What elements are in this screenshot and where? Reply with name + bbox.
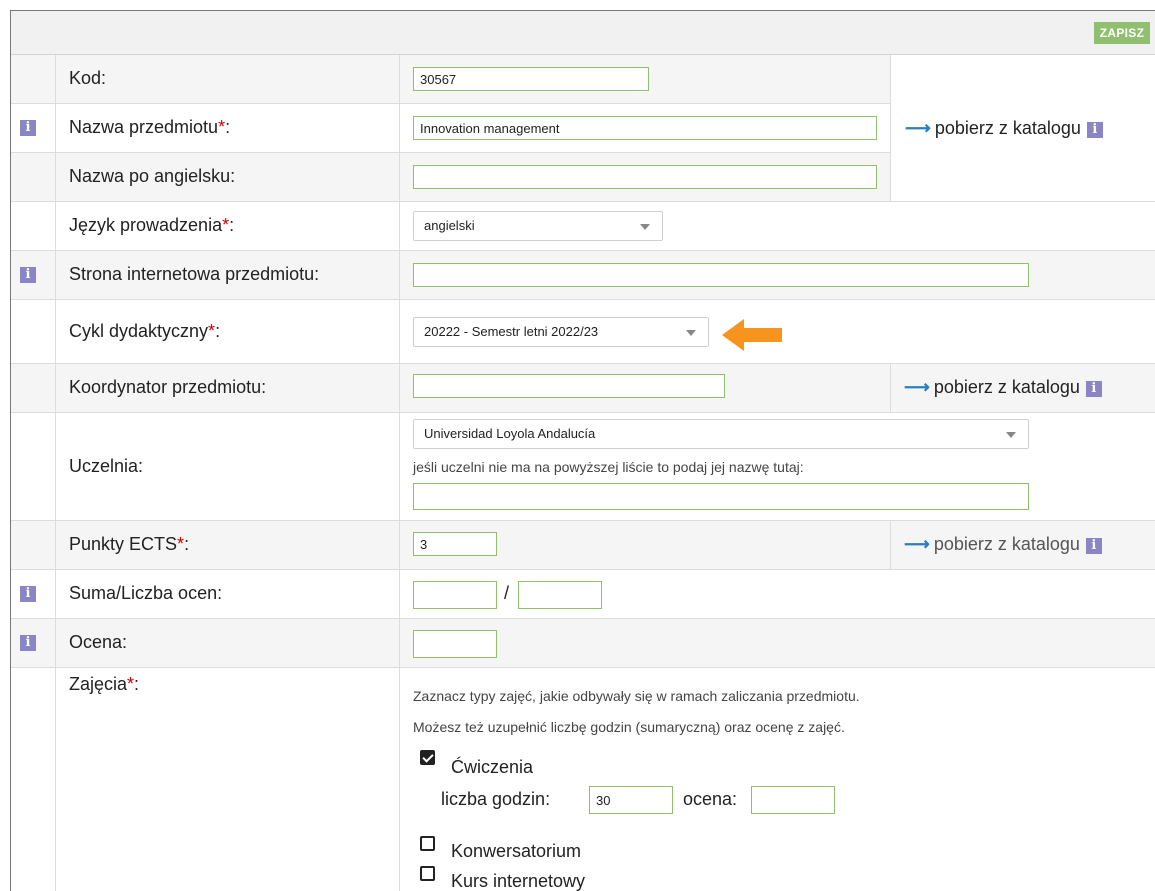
info-icon[interactable]: i	[1086, 122, 1103, 138]
kurs-internetowy-checkbox[interactable]	[420, 866, 435, 881]
ocena-label: Ocena:	[69, 632, 128, 652]
cykl-selected: 20222 - Semestr letni 2022/23	[424, 324, 599, 339]
nazwa-ang-label: Nazwa po angielsku:	[69, 166, 236, 186]
catalog-cell-nazwa: ⟶ pobierz z katalogu i	[890, 55, 1155, 201]
label-cell: Nazwa po angielsku:	[55, 153, 400, 201]
chevron-down-icon	[640, 224, 650, 230]
info-icon[interactable]: i	[1085, 381, 1102, 397]
row-jezyk: Język prowadzenia*: angielski	[11, 202, 1155, 251]
row-koordynator: Koordynator przedmiotu: ⟶ pobierz z katal…	[11, 364, 1155, 413]
catalog-link-nazwa[interactable]: ⟶ pobierz z katalogu i	[905, 118, 1103, 139]
label-cell: Strona internetowa przedmiotu:	[55, 251, 400, 299]
label-cell: Punkty ECTS*:	[55, 521, 400, 569]
zajecia-hint-2: Możesz też uzupełnić liczbę godzin (suma…	[413, 719, 845, 735]
konwersatorium-label: Konwersatorium	[451, 841, 582, 861]
info-icon[interactable]: i	[20, 120, 36, 136]
cykl-label: Cykl dydaktyczny*:	[69, 321, 221, 341]
highlight-arrow-icon	[722, 319, 782, 351]
icon-cell	[11, 668, 56, 891]
jezyk-selected: angielski	[424, 218, 475, 233]
nazwa-ang-input[interactable]	[413, 165, 877, 189]
suma-input[interactable]	[413, 581, 497, 609]
chevron-down-icon	[1006, 432, 1016, 438]
arrow-right-icon: ⟶	[904, 377, 930, 397]
row-suma: i Suma/Liczba ocen: /	[11, 570, 1155, 619]
info-icon[interactable]: i	[20, 586, 36, 602]
catalog-link-ects[interactable]: ⟶ pobierz z katalogu i	[904, 534, 1102, 555]
kod-input[interactable]	[413, 67, 649, 91]
icon-cell: i	[11, 251, 56, 299]
info-icon[interactable]: i	[1085, 538, 1102, 554]
kurs-internetowy-label: Kurs internetowy	[451, 871, 586, 891]
icon-cell	[11, 521, 56, 569]
grade-label: ocena:	[683, 789, 738, 809]
nazwa-przedmiotu-input[interactable]	[413, 116, 877, 140]
icon-cell	[11, 413, 56, 520]
uczelnia-name-input[interactable]	[413, 483, 1029, 510]
jezyk-label: Język prowadzenia*:	[69, 215, 235, 235]
ects-input[interactable]	[413, 532, 497, 556]
icon-cell	[11, 153, 56, 201]
icon-cell	[11, 364, 56, 412]
save-button[interactable]: ZAPISZ	[1094, 22, 1150, 44]
form-toolbar: ZAPISZ	[11, 11, 1155, 55]
icon-cell: i	[11, 104, 56, 152]
row-cykl: Cykl dydaktyczny*: 20222 - Semestr letni…	[11, 300, 1155, 364]
label-cell: Suma/Liczba ocen:	[55, 570, 400, 618]
koordynator-label: Koordynator przedmiotu:	[69, 377, 267, 397]
liczba-ocen-input[interactable]	[518, 581, 602, 609]
separator-slash: /	[504, 583, 510, 603]
arrow-right-icon: ⟶	[905, 118, 931, 138]
strona-label: Strona internetowa przedmiotu:	[69, 264, 320, 284]
label-cell: Ocena:	[55, 619, 400, 667]
icon-cell	[11, 300, 56, 363]
cwiczenia-hours-input[interactable]	[589, 786, 673, 814]
strona-input[interactable]	[413, 263, 1029, 287]
label-cell: Język prowadzenia*:	[55, 202, 400, 250]
icon-cell: i	[11, 570, 56, 618]
uczelnia-hint: jeśli uczelni nie ma na powyższej liście…	[413, 459, 804, 475]
nazwa-label: Nazwa przedmiotu*:	[69, 117, 231, 137]
cykl-select[interactable]: 20222 - Semestr letni 2022/23	[413, 317, 709, 347]
info-icon[interactable]: i	[20, 267, 36, 283]
icon-cell	[11, 55, 56, 103]
row-uczelnia: Uczelnia: Universidad Loyola Andalucía j…	[11, 413, 1155, 521]
zajecia-label: Zajęcia*:	[69, 674, 140, 694]
row-strona: i Strona internetowa przedmiotu:	[11, 251, 1155, 300]
cwiczenia-checkbox[interactable]	[420, 750, 435, 765]
koordynator-input[interactable]	[413, 374, 725, 398]
arrow-right-icon: ⟶	[904, 534, 930, 554]
cell-divider	[890, 521, 891, 569]
course-form: ZAPISZ Kod: i Nazwa przedmiotu*: Nazwa p…	[10, 10, 1155, 891]
cell-divider	[890, 364, 891, 412]
jezyk-select[interactable]: angielski	[413, 211, 663, 241]
catalog-link-koordynator[interactable]: ⟶ pobierz z katalogu i	[904, 377, 1102, 398]
suma-label: Suma/Liczba ocen:	[69, 583, 223, 603]
zajecia-hint-1: Zaznacz typy zajęć, jakie odbywały się w…	[413, 688, 860, 704]
ocena-input[interactable]	[413, 630, 497, 658]
row-ocena: i Ocena:	[11, 619, 1155, 668]
kod-label: Kod:	[69, 68, 107, 88]
label-cell: Kod:	[55, 55, 400, 103]
info-icon[interactable]: i	[20, 635, 36, 651]
label-cell: Cykl dydaktyczny*:	[55, 300, 400, 363]
label-cell: Nazwa przedmiotu*:	[55, 104, 400, 152]
label-cell: Zajęcia*:	[55, 668, 400, 891]
icon-cell: i	[11, 619, 56, 667]
uczelnia-label: Uczelnia:	[69, 456, 144, 476]
label-cell: Uczelnia:	[55, 413, 400, 520]
konwersatorium-checkbox[interactable]	[420, 836, 435, 851]
ects-label: Punkty ECTS*:	[69, 534, 190, 554]
label-cell: Koordynator przedmiotu:	[55, 364, 400, 412]
hours-label: liczba godzin:	[441, 789, 551, 809]
row-ects: Punkty ECTS*: ⟶pobierz z katalogui	[11, 521, 1155, 570]
row-zajecia: Zajęcia*: Zaznacz typy zajęć, jakie odby…	[11, 668, 1155, 891]
chevron-down-icon	[686, 330, 696, 336]
icon-cell	[11, 202, 56, 250]
cwiczenia-grade-input[interactable]	[751, 786, 835, 814]
uczelnia-selected: Universidad Loyola Andalucía	[424, 426, 596, 441]
uczelnia-select[interactable]: Universidad Loyola Andalucía	[413, 419, 1029, 449]
cwiczenia-label: Ćwiczenia	[451, 757, 534, 777]
